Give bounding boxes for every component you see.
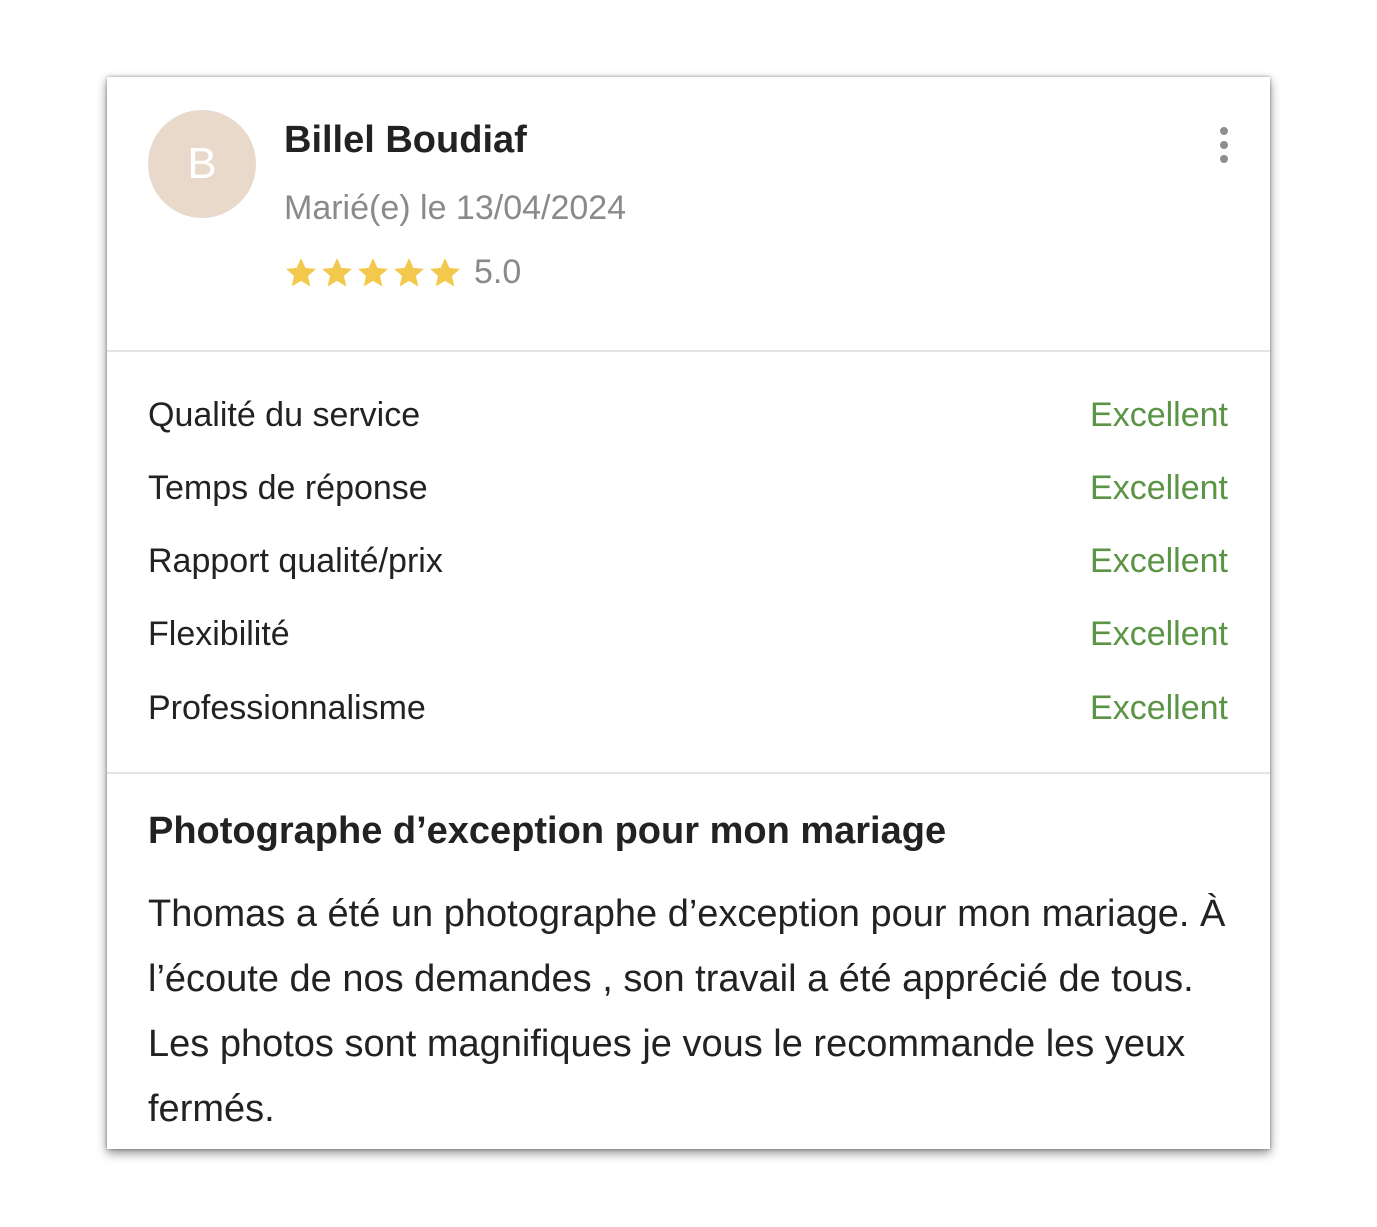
- star-icon: [358, 257, 388, 286]
- reviewer-name: Billel Boudiaf: [284, 119, 527, 161]
- criteria-value: Excellent: [1090, 468, 1228, 507]
- more-vertical-icon[interactable]: [1214, 127, 1234, 163]
- star-icon: [286, 257, 316, 286]
- criteria-row: Professionnalisme Excellent: [148, 686, 1228, 730]
- rating: 5.0: [284, 253, 521, 292]
- avatar: B: [148, 110, 256, 218]
- criteria-list: Qualité du service Excellent Temps de ré…: [107, 352, 1270, 774]
- star-icon: [394, 257, 424, 286]
- review-body: Thomas a été un photographe d’exception …: [148, 893, 1226, 1130]
- criteria-row: Rapport qualité/prix Excellent: [148, 539, 1228, 583]
- criteria-row: Temps de réponse Excellent: [148, 466, 1228, 510]
- wedding-date: Marié(e) le 13/04/2024: [284, 189, 627, 227]
- rating-score: 5.0: [474, 253, 522, 291]
- criteria-value: Excellent: [1090, 395, 1228, 434]
- criteria-label: Professionnalisme: [148, 688, 426, 727]
- criteria-value: Excellent: [1090, 614, 1228, 653]
- criteria-value: Excellent: [1090, 541, 1228, 580]
- criteria-label: Flexibilité: [148, 614, 290, 653]
- criteria-label: Temps de réponse: [148, 468, 428, 507]
- star-rating: [284, 256, 462, 290]
- review-title: Photographe d’exception pour mon mariage: [148, 810, 947, 852]
- criteria-row: Flexibilité Excellent: [148, 612, 1228, 656]
- criteria-label: Rapport qualité/prix: [148, 541, 443, 580]
- criteria-value: Excellent: [1090, 688, 1228, 727]
- criteria-label: Qualité du service: [148, 395, 421, 434]
- review-card: B Billel Boudiaf Marié(e) le 13/04/2024 …: [107, 77, 1270, 1149]
- star-icon: [430, 257, 460, 286]
- criteria-row: Qualité du service Excellent: [148, 393, 1228, 437]
- star-icon: [322, 257, 352, 286]
- review-header: B Billel Boudiaf Marié(e) le 13/04/2024 …: [107, 77, 1270, 352]
